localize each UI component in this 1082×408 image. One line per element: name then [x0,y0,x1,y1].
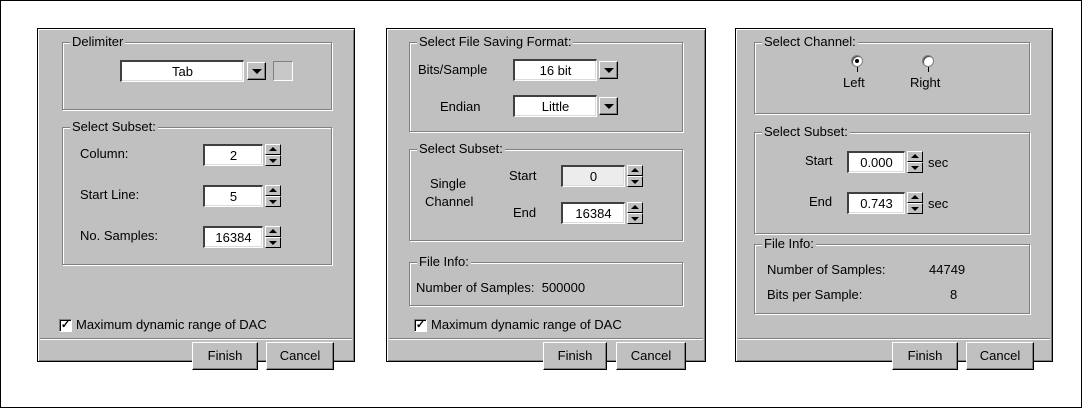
delimiter-dropdown-arrow-icon[interactable] [247,62,266,80]
max-dac-label: Maximum dynamic range of DAC [76,317,267,332]
start-line-field[interactable]: 5 [203,185,263,207]
start-field[interactable]: 0 [561,165,625,187]
start-up-arrow-icon[interactable] [627,165,643,176]
single-label: Single [430,176,467,191]
fileinfo-group: File Info: Number of Samples: 44749 Bits… [754,236,1030,314]
end-label: End [809,194,833,209]
start-line-down-arrow-icon[interactable] [265,196,281,207]
start-line-label: Start Line: [80,187,140,202]
right-radio-stem-icon [928,67,929,72]
column-label: Column: [80,146,129,161]
left-radio-stem-icon [857,67,858,72]
start-line-up-arrow-icon[interactable] [265,185,281,196]
subset-group: Select Subset: Column: 2 Start Line: 5 N… [62,119,332,265]
cancel-button[interactable]: Cancel [616,342,686,370]
num-samples-value: 44749 [929,262,966,277]
end-unit: sec [928,196,949,211]
max-dac-label: Maximum dynamic range of DAC [431,317,622,332]
end-spinner[interactable] [907,192,923,214]
column-down-arrow-icon[interactable] [265,155,281,166]
button-separator [738,338,1050,340]
bits-per-sample-value: 8 [950,287,958,302]
text-import-dialog: Delimiter Tab Select Subset: Column: 2 S… [37,28,355,370]
bits-per-sample-label: Bits per Sample: [767,287,863,302]
samples-down-arrow-icon[interactable] [265,237,281,248]
end-down-arrow-icon[interactable] [907,203,923,214]
bits-label: Bits/Sample [418,62,488,77]
start-down-arrow-icon[interactable] [907,162,923,173]
right-radio[interactable] [922,55,934,67]
channel-group: Select Channel: Left Right [754,34,1030,114]
subset-group-title: Select Subset: [70,119,158,135]
channel-group-title: Select Channel: [762,34,858,50]
end-label: End [513,205,537,220]
samples-spinner[interactable] [265,226,281,248]
start-spinner[interactable] [627,165,643,187]
end-spinner[interactable] [627,202,643,224]
finish-button[interactable]: Finish [543,342,607,370]
start-unit: sec [928,155,949,170]
samples-field[interactable]: 16384 [203,226,263,248]
left-label: Left [843,75,865,90]
end-down-arrow-icon[interactable] [627,213,643,224]
delimiter-group-title: Delimiter [70,34,126,50]
format-group-title: Select File Saving Format: [417,34,574,50]
button-separator [40,338,352,340]
end-field[interactable]: 16384 [561,202,625,224]
wave-import-dialog: Select Channel: Left Right Select Subset… [735,28,1053,370]
start-field[interactable]: 0.000 [847,151,905,173]
bits-dropdown-arrow-icon[interactable] [599,61,618,79]
num-samples-text: Number of Samples: 500000 [416,280,586,295]
end-up-arrow-icon[interactable] [627,202,643,213]
subset-group: Select Subset: Start 0.000 sec End 0.743… [754,124,1030,234]
end-field[interactable]: 0.743 [847,192,905,214]
start-up-arrow-icon[interactable] [907,151,923,162]
binary-import-dialog: Select File Saving Format: Bits/Sample 1… [386,28,706,370]
finish-button[interactable]: Finish [892,342,958,370]
bits-select[interactable]: 16 bit [513,59,597,81]
delimiter-group: Delimiter Tab [62,34,332,110]
subset-group: Select Subset: Single Channel Start 0 En… [409,141,683,241]
start-label: Start [509,168,537,183]
right-label: Right [910,75,941,90]
start-label: Start [805,153,833,168]
endian-select[interactable]: Little [513,95,597,117]
start-line-spinner[interactable] [265,185,281,207]
column-field[interactable]: 2 [203,144,263,166]
delimiter-select[interactable]: Tab [120,60,244,82]
endian-label: Endian [440,99,481,114]
samples-label: No. Samples: [80,228,159,243]
cancel-button[interactable]: Cancel [266,342,334,370]
cancel-button[interactable]: Cancel [966,342,1034,370]
endian-dropdown-arrow-icon[interactable] [599,97,618,115]
column-up-arrow-icon[interactable] [265,144,281,155]
fileinfo-group: File Info: Number of Samples: 500000 [409,254,683,306]
max-dac-checkbox[interactable]: ✓ [59,319,72,332]
left-radio[interactable] [851,55,863,67]
delimiter-custom-box[interactable] [273,61,293,81]
button-separator [389,338,703,340]
num-samples-label: Number of Samples: [767,262,886,277]
fileinfo-group-title: File Info: [762,236,816,252]
end-up-arrow-icon[interactable] [907,192,923,203]
subset-group-title: Select Subset: [417,141,505,157]
fileinfo-group-title: File Info: [417,254,471,270]
samples-up-arrow-icon[interactable] [265,226,281,237]
column-spinner[interactable] [265,144,281,166]
finish-button[interactable]: Finish [192,342,258,370]
channel-label: Channel [425,194,474,209]
format-group: Select File Saving Format: Bits/Sample 1… [409,34,683,132]
start-spinner[interactable] [907,151,923,173]
start-down-arrow-icon[interactable] [627,176,643,187]
max-dac-checkbox[interactable]: ✓ [414,319,427,332]
subset-group-title: Select Subset: [762,124,850,140]
